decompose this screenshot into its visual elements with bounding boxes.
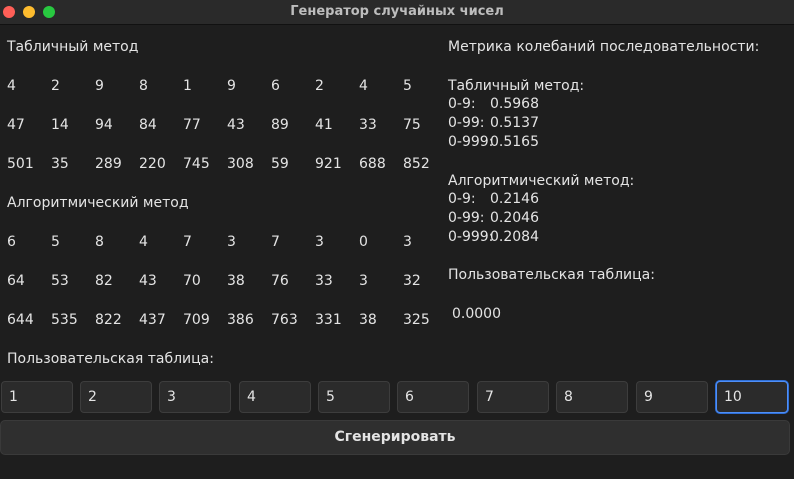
table-method-value: 84: [139, 117, 157, 133]
table-method-value: 852: [403, 156, 430, 172]
metric-value: 0.5165: [490, 134, 539, 150]
algorithmic-method-value: 53: [51, 273, 69, 289]
algorithmic-method-value: 38: [359, 312, 377, 328]
custom-table-input-3[interactable]: [159, 381, 231, 413]
metrics-title: Метрика колебаний последовательности:: [448, 39, 760, 55]
table-method-value: 2: [51, 78, 60, 94]
algorithmic-method-value: 822: [95, 312, 122, 328]
algorithmic-method-value: 4: [139, 234, 148, 250]
table-method-value: 9: [227, 78, 236, 94]
table-method-value: 2: [315, 78, 324, 94]
custom-table-input-4[interactable]: [239, 381, 311, 413]
custom-table-input-8[interactable]: [556, 381, 628, 413]
algorithmic-method-value: 644: [7, 312, 34, 328]
custom-table-input-9[interactable]: [636, 381, 708, 413]
window-title: Генератор случайных чисел: [290, 4, 504, 19]
table-method-value: 4: [7, 78, 16, 94]
algorithmic-method-value: 33: [315, 273, 333, 289]
table-method-value: 35: [51, 156, 69, 172]
metric-algorithmic-line: 0-99: 0.2046: [448, 209, 539, 227]
algorithmic-method-value: 82: [95, 273, 113, 289]
metric-value: 0.5968: [490, 96, 539, 112]
metric-table-line: 0-99: 0.5137: [448, 114, 539, 132]
algorithmic-method-value: 3: [403, 234, 412, 250]
metrics-algorithmic-label: Алгоритмический метод:: [448, 173, 635, 189]
custom-table-input-2[interactable]: [80, 381, 152, 413]
algorithmic-method-value: 7: [183, 234, 192, 250]
algorithmic-method-value: 3: [315, 234, 324, 250]
metric-range: 0-999:: [448, 229, 494, 245]
table-method-value: 1: [183, 78, 192, 94]
metrics-custom-label: Пользовательская таблица:: [448, 267, 655, 283]
table-method-value: 14: [51, 117, 69, 133]
table-method-value: 8: [139, 78, 148, 94]
algorithmic-method-value: 535: [51, 312, 78, 328]
algorithmic-method-value: 331: [315, 312, 342, 328]
table-method-value: 688: [359, 156, 386, 172]
algorithmic-method-value: 43: [139, 273, 157, 289]
metric-range: 0-99:: [448, 210, 485, 226]
table-method-value: 220: [139, 156, 166, 172]
algorithmic-method-value: 32: [403, 273, 421, 289]
table-method-value: 41: [315, 117, 333, 133]
algorithmic-method-value: 6: [7, 234, 16, 250]
custom-table-input-5[interactable]: [318, 381, 390, 413]
metric-table-line: 0-9: 0.5968: [448, 95, 539, 113]
table-method-value: 9: [95, 78, 104, 94]
metric-algorithmic-line: 0-9: 0.2146: [448, 190, 539, 208]
algorithmic-method-value: 70: [183, 273, 201, 289]
algorithmic-method-label: Алгоритмический метод: [7, 195, 189, 211]
algorithmic-method-value: 64: [7, 273, 25, 289]
custom-table-input-10[interactable]: [716, 381, 788, 413]
metric-range: 0-9:: [448, 191, 476, 207]
custom-table-input-7[interactable]: [477, 381, 549, 413]
table-method-value: 94: [95, 117, 113, 133]
algorithmic-method-value: 8: [95, 234, 104, 250]
metrics-custom-value: 0.0000: [452, 306, 501, 322]
algorithmic-method-value: 386: [227, 312, 254, 328]
table-method-value: 77: [183, 117, 201, 133]
table-method-value: 289: [95, 156, 122, 172]
algorithmic-method-value: 5: [51, 234, 60, 250]
metric-value: 0.5137: [490, 115, 539, 131]
metrics-table-label: Табличный метод:: [448, 78, 585, 94]
algorithmic-method-value: 763: [271, 312, 298, 328]
metric-table-line: 0-999: 0.5165: [448, 133, 539, 151]
algorithmic-method-value: 76: [271, 273, 289, 289]
table-method-label: Табличный метод: [7, 39, 139, 55]
metric-range: 0-99:: [448, 115, 485, 131]
generate-button[interactable]: Сгенерировать: [0, 420, 790, 455]
algorithmic-method-value: 7: [271, 234, 280, 250]
table-method-value: 47: [7, 117, 25, 133]
algorithmic-method-value: 325: [403, 312, 430, 328]
title-bar: Генератор случайных чисел: [0, 0, 794, 25]
table-method-value: 4: [359, 78, 368, 94]
metric-algorithmic-line: 0-999: 0.2084: [448, 228, 539, 246]
algorithmic-method-value: 709: [183, 312, 210, 328]
algorithmic-method-value: 0: [359, 234, 368, 250]
table-method-value: 75: [403, 117, 421, 133]
metric-value: 0.2146: [490, 191, 539, 207]
table-method-value: 308: [227, 156, 254, 172]
algorithmic-method-value: 437: [139, 312, 166, 328]
table-method-value: 33: [359, 117, 377, 133]
algorithmic-method-value: 3: [227, 234, 236, 250]
custom-table-input-6[interactable]: [397, 381, 469, 413]
metric-range: 0-999:: [448, 134, 494, 150]
metric-value: 0.2084: [490, 229, 539, 245]
algorithmic-method-value: 3: [359, 273, 368, 289]
custom-table-label: Пользовательская таблица:: [7, 351, 214, 367]
metric-value: 0.2046: [490, 210, 539, 226]
custom-table-input-1[interactable]: [1, 381, 73, 413]
table-method-value: 501: [7, 156, 34, 172]
table-method-value: 5: [403, 78, 412, 94]
table-method-value: 6: [271, 78, 280, 94]
table-method-value: 43: [227, 117, 245, 133]
table-method-value: 89: [271, 117, 289, 133]
table-method-value: 921: [315, 156, 342, 172]
algorithmic-method-value: 38: [227, 273, 245, 289]
table-method-value: 59: [271, 156, 289, 172]
table-method-value: 745: [183, 156, 210, 172]
metric-range: 0-9:: [448, 96, 476, 112]
